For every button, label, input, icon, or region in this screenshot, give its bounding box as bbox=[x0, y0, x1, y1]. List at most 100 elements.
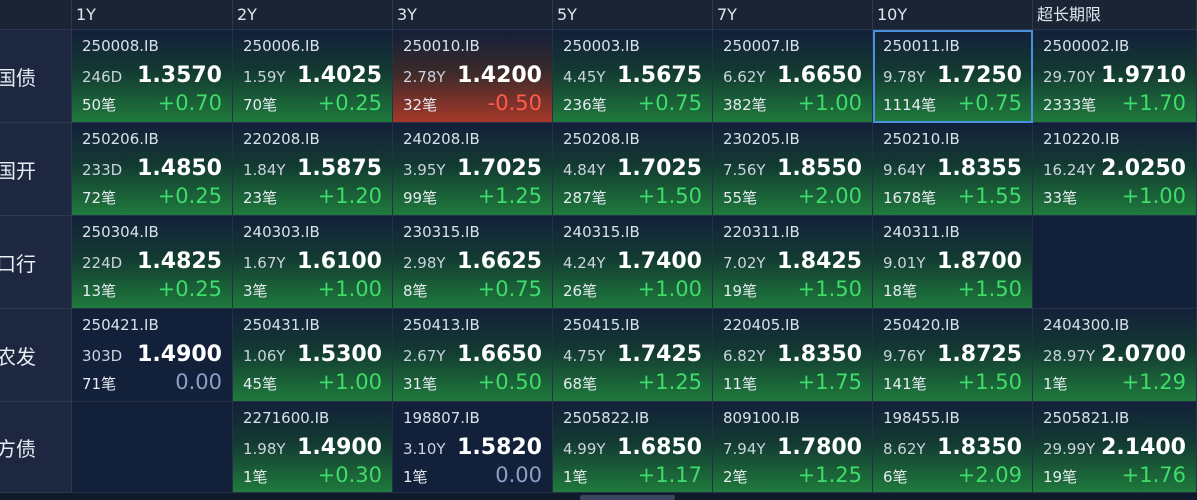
bond-cell[interactable]: 250206.IB 233D 1.4850 72笔 +0.25 bbox=[72, 123, 233, 216]
row-header[interactable]: 农发 bbox=[0, 309, 72, 402]
bond-yield: 1.7400 bbox=[617, 249, 702, 274]
bond-yield: 1.7425 bbox=[617, 342, 702, 367]
bond-term: 4.99Y bbox=[563, 440, 606, 458]
bond-term: 233D bbox=[82, 161, 123, 179]
bond-code: 2404300.IB bbox=[1043, 316, 1130, 334]
column-header-3[interactable]: 5Y bbox=[553, 0, 713, 30]
bond-mid-row: 1.06Y 1.5300 bbox=[243, 342, 382, 368]
bond-cell[interactable]: 220405.IB 6.82Y 1.8350 11笔 +1.75 bbox=[713, 309, 873, 402]
bond-term: 2.98Y bbox=[403, 254, 446, 272]
bond-term: 246D bbox=[82, 68, 123, 86]
yield-change: +1.17 bbox=[637, 463, 702, 487]
trade-count: 71笔 bbox=[82, 375, 117, 393]
horizontal-scrollbar[interactable] bbox=[580, 495, 675, 500]
bond-mid-row: 7.02Y 1.8425 bbox=[723, 249, 862, 275]
bond-cell[interactable]: 2404300.IB 28.97Y 2.0700 1笔 +1.29 bbox=[1033, 309, 1197, 402]
bond-term: 9.76Y bbox=[883, 347, 926, 365]
bond-cell[interactable]: 250421.IB 303D 1.4900 71笔 0.00 bbox=[72, 309, 233, 402]
bond-cell[interactable]: 2271600.IB 1.98Y 1.4900 1笔 +0.30 bbox=[233, 402, 393, 493]
bond-bottom-row: 287笔 +1.50 bbox=[563, 184, 702, 210]
bond-mid-row: 3.95Y 1.7025 bbox=[403, 156, 542, 182]
trade-count: 1笔 bbox=[403, 468, 428, 486]
row-header[interactable]: 国开 bbox=[0, 123, 72, 216]
bond-cell[interactable]: 250413.IB 2.67Y 1.6650 31笔 +0.50 bbox=[393, 309, 553, 402]
bond-yield: 1.4900 bbox=[297, 435, 382, 460]
column-header-1[interactable]: 2Y bbox=[233, 0, 393, 30]
bond-cell[interactable]: 198455.IB 8.62Y 1.8350 6笔 +2.09 bbox=[873, 402, 1033, 493]
bond-cell[interactable]: 220208.IB 1.84Y 1.5875 23笔 +1.20 bbox=[233, 123, 393, 216]
trade-count: 287笔 bbox=[563, 189, 607, 207]
bond-cell[interactable]: 250010.IB 2.78Y 1.4200 32笔 -0.50 bbox=[393, 30, 553, 123]
bond-cell[interactable]: 2500002.IB 29.70Y 1.9710 2333笔 +1.70 bbox=[1033, 30, 1197, 123]
bond-cell[interactable]: 250431.IB 1.06Y 1.5300 45笔 +1.00 bbox=[233, 309, 393, 402]
yield-change: 0.00 bbox=[175, 370, 222, 394]
column-header-0[interactable]: 1Y bbox=[72, 0, 233, 30]
bond-cell[interactable]: 250415.IB 4.75Y 1.7425 68笔 +1.25 bbox=[553, 309, 713, 402]
column-header-5[interactable]: 10Y bbox=[873, 0, 1033, 30]
column-header-2[interactable]: 3Y bbox=[393, 0, 553, 30]
bond-bottom-row: 1笔 +1.29 bbox=[1043, 370, 1186, 396]
bond-cell[interactable]: 250007.IB 6.62Y 1.6650 382笔 +1.00 bbox=[713, 30, 873, 123]
bond-code: 220405.IB bbox=[723, 316, 800, 334]
column-header-4[interactable]: 7Y bbox=[713, 0, 873, 30]
bond-yield: 1.8550 bbox=[777, 156, 862, 181]
bond-code: 198807.IB bbox=[403, 409, 480, 427]
bond-code: 250420.IB bbox=[883, 316, 960, 334]
bond-mid-row: 9.64Y 1.8355 bbox=[883, 156, 1022, 182]
bond-cell[interactable]: 250304.IB 224D 1.4825 13笔 +0.25 bbox=[72, 216, 233, 309]
row-header[interactable]: 国债 bbox=[0, 30, 72, 123]
bond-term: 2.67Y bbox=[403, 347, 446, 365]
bond-code: 220311.IB bbox=[723, 223, 800, 241]
bond-code: 230315.IB bbox=[403, 223, 480, 241]
bond-cell[interactable]: 250210.IB 9.64Y 1.8355 1678笔 +1.55 bbox=[873, 123, 1033, 216]
bond-cell[interactable]: 2505821.IB 29.99Y 2.1400 19笔 +1.76 bbox=[1033, 402, 1197, 493]
bond-cell[interactable]: 809100.IB 7.94Y 1.7800 2笔 +1.25 bbox=[713, 402, 873, 493]
bond-term: 1.67Y bbox=[243, 254, 286, 272]
bond-cell[interactable]: 250008.IB 246D 1.3570 50笔 +0.70 bbox=[72, 30, 233, 123]
bond-bottom-row: 31笔 +0.50 bbox=[403, 370, 542, 396]
bond-cell[interactable]: 198807.IB 3.10Y 1.5820 1笔 0.00 bbox=[393, 402, 553, 493]
bond-term: 16.24Y bbox=[1043, 161, 1096, 179]
bond-bottom-row: 99笔 +1.25 bbox=[403, 184, 542, 210]
bond-cell[interactable]: 2505822.IB 4.99Y 1.6850 1笔 +1.17 bbox=[553, 402, 713, 493]
bond-yield: 1.6650 bbox=[457, 342, 542, 367]
bond-cell[interactable]: 240311.IB 9.01Y 1.8700 18笔 +1.50 bbox=[873, 216, 1033, 309]
bond-term: 303D bbox=[82, 347, 123, 365]
bond-cell[interactable]: 240315.IB 4.24Y 1.7400 26笔 +1.00 bbox=[553, 216, 713, 309]
bond-mid-row: 246D 1.3570 bbox=[82, 63, 222, 89]
bond-bottom-row: 1114笔 +0.75 bbox=[883, 91, 1022, 117]
yield-change: 0.00 bbox=[495, 463, 542, 487]
yield-change: -0.50 bbox=[487, 91, 542, 115]
row-label: 口行 bbox=[0, 251, 36, 276]
bond-cell[interactable]: 250011.IB 9.78Y 1.7250 1114笔 +0.75 bbox=[873, 30, 1033, 123]
bond-mid-row: 28.97Y 2.0700 bbox=[1043, 342, 1186, 368]
yield-change: +1.00 bbox=[797, 91, 862, 115]
bond-cell[interactable]: 250208.IB 4.84Y 1.7025 287笔 +1.50 bbox=[553, 123, 713, 216]
column-header-6[interactable]: 超长期限 bbox=[1033, 0, 1197, 30]
yield-change: +1.29 bbox=[1121, 370, 1186, 394]
trade-count: 50笔 bbox=[82, 96, 117, 114]
bond-cell[interactable]: 230205.IB 7.56Y 1.8550 55笔 +2.00 bbox=[713, 123, 873, 216]
bond-mid-row: 4.84Y 1.7025 bbox=[563, 156, 702, 182]
bond-cell[interactable]: 220311.IB 7.02Y 1.8425 19笔 +1.50 bbox=[713, 216, 873, 309]
bond-cell[interactable]: 240303.IB 1.67Y 1.6100 3笔 +1.00 bbox=[233, 216, 393, 309]
bond-cell[interactable]: 250420.IB 9.76Y 1.8725 141笔 +1.50 bbox=[873, 309, 1033, 402]
yield-change: +2.00 bbox=[797, 184, 862, 208]
row-header[interactable]: 地方债 bbox=[0, 402, 72, 493]
bond-cell[interactable]: 230315.IB 2.98Y 1.6625 8笔 +0.75 bbox=[393, 216, 553, 309]
bond-cell[interactable]: 250003.IB 4.45Y 1.5675 236笔 +0.75 bbox=[553, 30, 713, 123]
bond-cell[interactable]: 250006.IB 1.59Y 1.4025 70笔 +0.25 bbox=[233, 30, 393, 123]
bond-code: 250007.IB bbox=[723, 37, 800, 55]
trade-count: 55笔 bbox=[723, 189, 758, 207]
row-header[interactable]: 口行 bbox=[0, 216, 72, 309]
bond-bottom-row: 68笔 +1.25 bbox=[563, 370, 702, 396]
bond-term: 6.62Y bbox=[723, 68, 766, 86]
trade-count: 33笔 bbox=[1043, 189, 1078, 207]
bond-mid-row: 2.98Y 1.6625 bbox=[403, 249, 542, 275]
bond-yield: 1.4900 bbox=[137, 342, 222, 367]
bond-cell[interactable]: 210220.IB 16.24Y 2.0250 33笔 +1.00 bbox=[1033, 123, 1197, 216]
bond-cell[interactable]: 240208.IB 3.95Y 1.7025 99笔 +1.25 bbox=[393, 123, 553, 216]
bond-term: 7.94Y bbox=[723, 440, 766, 458]
bond-code: 220208.IB bbox=[243, 130, 320, 148]
trade-count: 2333笔 bbox=[1043, 96, 1097, 114]
